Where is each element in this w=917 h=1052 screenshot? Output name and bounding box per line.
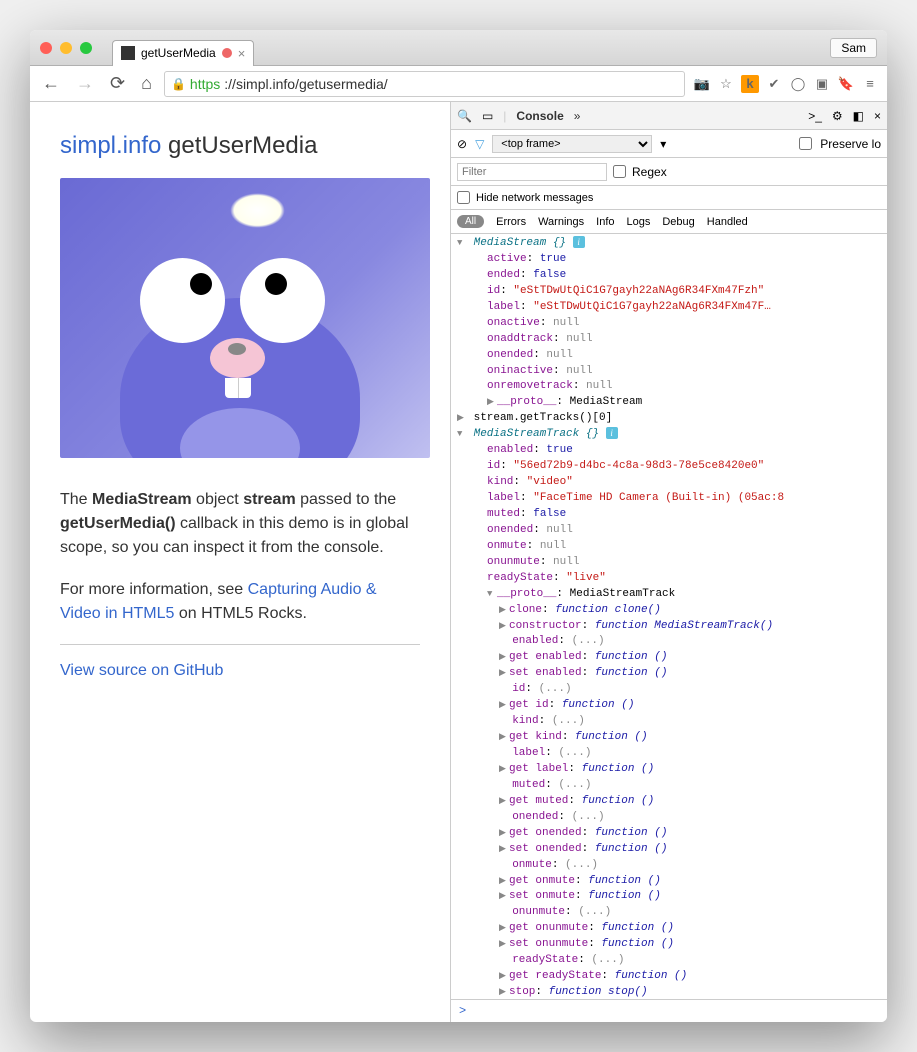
- frame-select[interactable]: <top frame>: [492, 135, 652, 153]
- settings-icon[interactable]: ⚙: [832, 109, 843, 123]
- drawer-icon[interactable]: >_: [808, 109, 822, 123]
- level-debug[interactable]: Debug: [662, 216, 694, 228]
- title-link[interactable]: simpl.info: [60, 132, 161, 159]
- level-errors[interactable]: Errors: [496, 216, 526, 228]
- disclosure-icon[interactable]: [499, 889, 509, 905]
- disclosure-icon[interactable]: [499, 937, 509, 953]
- cast-icon[interactable]: ▣: [813, 75, 831, 93]
- disclosure-icon[interactable]: [457, 236, 467, 252]
- regex-label: Regex: [632, 165, 667, 179]
- minimize-window-icon[interactable]: [60, 42, 72, 54]
- dock-icon[interactable]: ◧: [853, 109, 864, 123]
- home-button[interactable]: ⌂: [137, 73, 156, 94]
- profile-button[interactable]: Sam: [830, 38, 877, 58]
- disclosure-icon[interactable]: [457, 427, 467, 443]
- maximize-window-icon[interactable]: [80, 42, 92, 54]
- divider: |: [503, 109, 506, 123]
- disclosure-icon[interactable]: [499, 985, 509, 999]
- url-scheme: https: [190, 76, 220, 92]
- disclosure-icon[interactable]: [499, 921, 509, 937]
- browser-window: getUserMedia × Sam ← → ⟳ ⌂ 🔒 https://sim…: [30, 30, 887, 1022]
- disclosure-icon[interactable]: [499, 794, 509, 810]
- level-logs[interactable]: Logs: [627, 216, 651, 228]
- disclosure-icon[interactable]: [487, 587, 497, 603]
- console-toolbar: ⊘ ▽ <top frame> ▾ Preserve lo: [451, 130, 887, 158]
- extension-tag-icon[interactable]: 🔖: [837, 75, 855, 93]
- level-all[interactable]: All: [457, 215, 484, 228]
- level-warnings[interactable]: Warnings: [538, 216, 584, 228]
- menu-icon[interactable]: ≡: [861, 75, 879, 93]
- disclosure-icon[interactable]: [457, 411, 467, 427]
- devtools-tabbar: 🔍 ▭ | Console » >_ ⚙ ◧ ×: [451, 102, 887, 130]
- disclosure-icon[interactable]: [499, 874, 509, 890]
- window-controls: [40, 42, 92, 54]
- disclosure-icon[interactable]: [499, 650, 509, 666]
- console-output[interactable]: MediaStream {} i active: true ended: fal…: [451, 234, 887, 999]
- close-devtools-icon[interactable]: ×: [874, 109, 881, 123]
- frame-dropdown-icon[interactable]: ▾: [660, 137, 666, 151]
- close-window-icon[interactable]: [40, 42, 52, 54]
- bookmark-icon[interactable]: ☆: [717, 75, 735, 93]
- disclosure-icon[interactable]: [499, 603, 509, 619]
- disclosure-icon[interactable]: [487, 395, 497, 411]
- filter-input[interactable]: [457, 163, 607, 181]
- disclosure-icon[interactable]: [499, 969, 509, 985]
- tab-title: getUserMedia: [141, 46, 216, 60]
- console-filterbar: Regex: [451, 158, 887, 186]
- level-handled[interactable]: Handled: [707, 216, 748, 228]
- title-rest: getUserMedia: [161, 132, 317, 159]
- camera-indicator-icon[interactable]: 📷: [693, 75, 711, 93]
- toolbar-extensions: 📷 ☆ k ✔ ◯ ▣ 🔖 ≡: [693, 75, 879, 93]
- page-title: simpl.info getUserMedia: [60, 132, 420, 160]
- regex-checkbox[interactable]: [613, 165, 626, 178]
- disclosure-icon[interactable]: [499, 619, 509, 635]
- tab-console[interactable]: Console: [516, 109, 563, 123]
- forward-button[interactable]: →: [72, 73, 98, 94]
- devtools-panel: 🔍 ▭ | Console » >_ ⚙ ◧ × ⊘ ▽ <top frame>…: [450, 102, 887, 1022]
- disclosure-icon[interactable]: [499, 762, 509, 778]
- lock-icon: 🔒: [171, 77, 186, 91]
- level-info[interactable]: Info: [596, 216, 614, 228]
- webpage: simpl.info getUserMedia The MediaStream …: [30, 102, 450, 1022]
- console-prompt[interactable]: >: [451, 999, 887, 1022]
- extension-check-icon[interactable]: ✔: [765, 75, 783, 93]
- log-levels: All Errors Warnings Info Logs Debug Hand…: [451, 210, 887, 234]
- hide-network-label: Hide network messages: [476, 192, 593, 204]
- filter-icon[interactable]: ▽: [475, 137, 484, 151]
- url-bar[interactable]: 🔒 https://simpl.info/getusermedia/: [164, 71, 685, 97]
- gopher-plush-image: [110, 238, 370, 458]
- browser-tab[interactable]: getUserMedia ×: [112, 40, 254, 66]
- video-preview[interactable]: [60, 178, 430, 458]
- tab-close-icon[interactable]: ×: [238, 46, 246, 61]
- hide-network-checkbox[interactable]: [457, 191, 470, 204]
- paragraph-1: The MediaStream object stream passed to …: [60, 488, 420, 560]
- inspect-icon[interactable]: 🔍: [457, 109, 472, 123]
- content-area: simpl.info getUserMedia The MediaStream …: [30, 102, 887, 1022]
- back-button[interactable]: ←: [38, 73, 64, 94]
- info-icon[interactable]: i: [606, 427, 618, 439]
- paragraph-2: For more information, see Capturing Audi…: [60, 578, 420, 626]
- info-icon[interactable]: i: [573, 236, 585, 248]
- reload-button[interactable]: ⟳: [106, 73, 129, 94]
- divider: [60, 644, 420, 645]
- url-path: ://simpl.info/getusermedia/: [224, 76, 387, 92]
- extension-circle-icon[interactable]: ◯: [789, 75, 807, 93]
- tab-more[interactable]: »: [574, 109, 581, 123]
- favicon-icon: [121, 46, 135, 60]
- titlebar: getUserMedia × Sam: [30, 30, 887, 66]
- toolbar: ← → ⟳ ⌂ 🔒 https://simpl.info/getusermedi…: [30, 66, 887, 102]
- recording-indicator-icon: [222, 48, 232, 58]
- hide-network-row: Hide network messages: [451, 186, 887, 210]
- preserve-log-checkbox[interactable]: [799, 137, 812, 150]
- preserve-log-label: Preserve lo: [820, 137, 881, 151]
- disclosure-icon[interactable]: [499, 730, 509, 746]
- device-icon[interactable]: ▭: [482, 109, 493, 123]
- disclosure-icon[interactable]: [499, 826, 509, 842]
- disclosure-icon[interactable]: [499, 698, 509, 714]
- disclosure-icon[interactable]: [499, 666, 509, 682]
- clear-console-icon[interactable]: ⊘: [457, 137, 467, 151]
- github-link[interactable]: View source on GitHub: [60, 662, 223, 679]
- extension-k-icon[interactable]: k: [741, 75, 759, 93]
- disclosure-icon[interactable]: [499, 842, 509, 858]
